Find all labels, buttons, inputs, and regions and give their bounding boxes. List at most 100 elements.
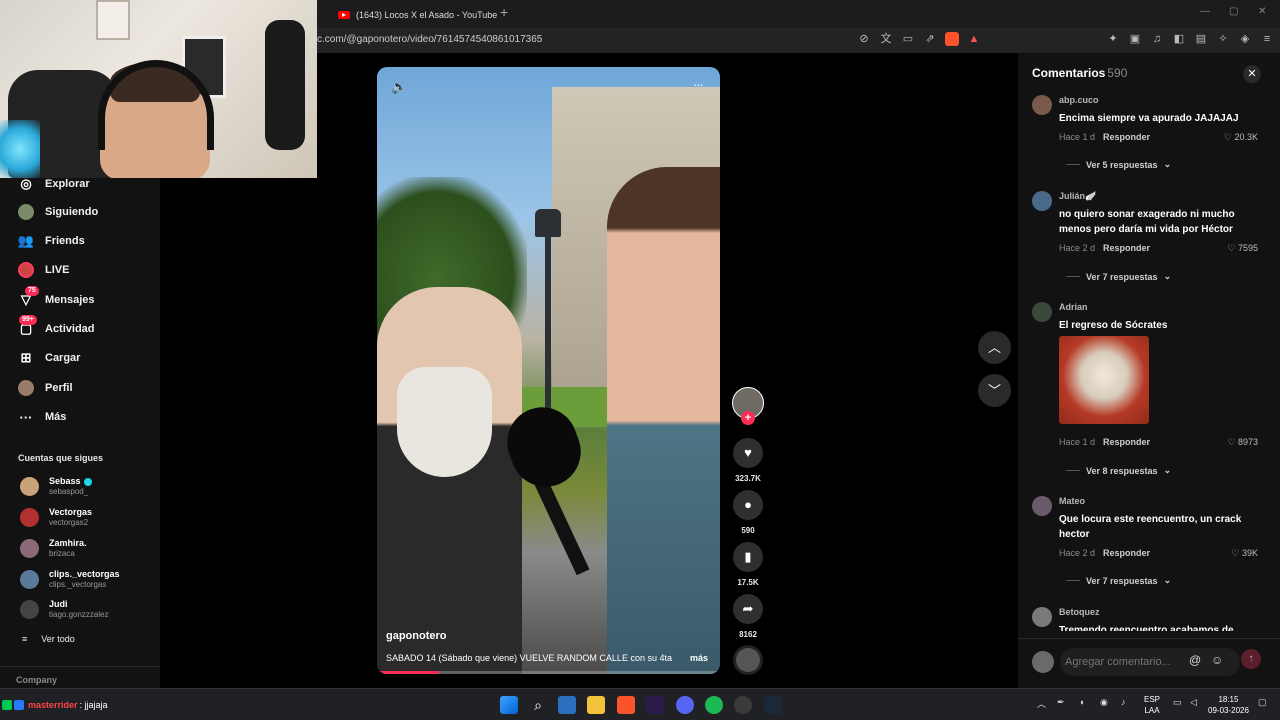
- nav-actividad[interactable]: ▢ 99+ Actividad: [18, 315, 95, 339]
- comment-button[interactable]: ●: [733, 490, 763, 520]
- view-replies-button[interactable]: Ver 7 respuestas ⌄: [1066, 575, 1171, 586]
- reply-button[interactable]: Responder: [1103, 548, 1150, 558]
- search-icon[interactable]: ⌕: [529, 696, 547, 714]
- share-icon[interactable]: ⇗: [923, 32, 937, 46]
- cast-icon[interactable]: ▭: [901, 32, 915, 46]
- translate-icon[interactable]: 文: [879, 32, 893, 46]
- nav-friends[interactable]: 👥 Friends: [18, 231, 85, 251]
- description-more-link[interactable]: más: [690, 653, 708, 663]
- account-item[interactable]: Zamhira. brizaca: [20, 538, 87, 559]
- previous-video-button[interactable]: ︿: [978, 331, 1011, 364]
- url-text[interactable]: c.com/@gaponotero/video/7614574540861017…: [317, 34, 542, 45]
- music-icon[interactable]: ♫: [1150, 32, 1164, 46]
- avatar[interactable]: [1032, 191, 1052, 211]
- account-item[interactable]: Judi tiago.gonzzzalez: [20, 599, 109, 620]
- new-tab-button[interactable]: +: [500, 4, 508, 20]
- brave-shield-icon[interactable]: [945, 32, 959, 46]
- minimize-icon[interactable]: —: [1200, 6, 1210, 17]
- nav-siguiendo[interactable]: Siguiendo: [18, 202, 98, 222]
- network-icon[interactable]: ▭: [1173, 697, 1182, 708]
- notifications-icon[interactable]: ▢: [1258, 697, 1267, 708]
- video-author[interactable]: gaponotero: [386, 630, 447, 642]
- start-icon[interactable]: [500, 696, 518, 714]
- tray-feather-icon[interactable]: ✒: [1057, 697, 1065, 708]
- comment-user[interactable]: Adrian: [1059, 302, 1088, 312]
- follow-plus-icon[interactable]: +: [741, 411, 755, 425]
- comment-like-button[interactable]: ♡ 7595: [1218, 243, 1258, 254]
- close-comments-button[interactable]: ✕: [1243, 65, 1261, 83]
- avatar[interactable]: [1032, 302, 1052, 322]
- share-button[interactable]: ➦: [733, 594, 763, 624]
- comment-like-button[interactable]: ♡ 20.3K: [1218, 132, 1258, 143]
- wallet-icon[interactable]: ▤: [1194, 32, 1208, 46]
- nav-mas[interactable]: ··· Más: [18, 407, 67, 427]
- menu-icon[interactable]: ≡: [1260, 32, 1274, 46]
- reply-button[interactable]: Responder: [1103, 437, 1150, 447]
- obs-icon[interactable]: [734, 696, 752, 714]
- volume-icon[interactable]: 🔈: [391, 79, 407, 95]
- spotify-icon[interactable]: [705, 696, 723, 714]
- view-replies-button[interactable]: Ver 7 respuestas ⌄: [1066, 271, 1171, 282]
- nav-live[interactable]: LIVE: [18, 260, 69, 280]
- browser-tab[interactable]: (1643) Locos X el Asado - YouTube: [330, 4, 500, 26]
- system-clock[interactable]: 18:15 09-03-2026: [1208, 694, 1249, 716]
- comment-like-button[interactable]: ♡ 8973: [1218, 437, 1258, 448]
- steam-icon[interactable]: [764, 696, 782, 714]
- next-video-button[interactable]: ﹀: [978, 374, 1011, 407]
- emoji-icon[interactable]: ☺: [1211, 653, 1223, 667]
- screenshot-icon[interactable]: ▣: [1128, 32, 1142, 46]
- close-window-icon[interactable]: ✕: [1258, 6, 1266, 17]
- brave-browser-icon[interactable]: [617, 696, 635, 714]
- language-indicator[interactable]: ESP LAA: [1144, 694, 1160, 716]
- comment-user[interactable]: Betoquez: [1059, 607, 1100, 617]
- account-item[interactable]: Sebass sebaspod_: [20, 476, 92, 497]
- save-button[interactable]: ▮: [733, 542, 763, 572]
- avatar[interactable]: [1032, 95, 1052, 115]
- extensions-icon[interactable]: ✦: [1106, 32, 1120, 46]
- video-player[interactable]: 🔈 ··· gaponotero SABADO 14 (Sábado que v…: [377, 67, 720, 674]
- comment-image-socrates[interactable]: [1059, 336, 1149, 424]
- leo-ai-icon[interactable]: ✧: [1216, 32, 1230, 46]
- discord-icon[interactable]: [676, 696, 694, 714]
- nav-mensajes[interactable]: ▽ 75 Mensajes: [18, 286, 95, 310]
- vpn-icon[interactable]: ◈: [1238, 32, 1252, 46]
- reply-button[interactable]: Responder: [1103, 132, 1150, 142]
- mention-icon[interactable]: @: [1189, 653, 1201, 667]
- nav-cargar[interactable]: ⊞ Cargar: [18, 348, 81, 368]
- premiere-icon[interactable]: [646, 696, 664, 714]
- more-options-icon[interactable]: ···: [693, 77, 704, 92]
- tray-steam-icon[interactable]: ◉: [1100, 697, 1108, 708]
- stream-chat-line: masterrider : jjajaja: [0, 689, 108, 720]
- avatar[interactable]: [1032, 607, 1052, 627]
- reply-button[interactable]: Responder: [1103, 243, 1150, 253]
- maximize-icon[interactable]: ▢: [1229, 6, 1238, 17]
- brave-rewards-icon[interactable]: ▲: [967, 32, 981, 46]
- volume-tray-icon[interactable]: ◁: [1190, 697, 1197, 708]
- file-explorer-icon[interactable]: [587, 696, 605, 714]
- tray-chevron-up-icon[interactable]: ︿: [1037, 697, 1046, 710]
- mute-icon[interactable]: ⊘: [857, 32, 871, 46]
- avatar[interactable]: [1032, 496, 1052, 516]
- company-link[interactable]: Company: [16, 675, 57, 685]
- music-disc-avatar[interactable]: [733, 645, 763, 675]
- comment-like-button[interactable]: ♡ 39K: [1218, 548, 1258, 559]
- comment-user[interactable]: Julián🪽: [1059, 191, 1096, 202]
- language-code: ESP: [1144, 695, 1161, 704]
- comment-user[interactable]: abp.cuco: [1059, 95, 1099, 105]
- video-progress-bar[interactable]: [377, 671, 720, 674]
- like-button[interactable]: ♥: [733, 438, 763, 468]
- nav-label: Explorar: [45, 178, 90, 190]
- account-item[interactable]: clips._vectorgas clips._vectorgas: [20, 569, 120, 590]
- account-item[interactable]: Vectorgas vectorgas2: [20, 507, 92, 528]
- tray-headset-icon[interactable]: ◖: [1079, 697, 1084, 707]
- chat-username: masterrider: [28, 700, 78, 710]
- send-comment-button[interactable]: ↑: [1241, 649, 1261, 669]
- view-replies-button[interactable]: Ver 8 respuestas ⌄: [1066, 465, 1171, 476]
- widgets-icon[interactable]: [558, 696, 576, 714]
- sidebar-toggle-icon[interactable]: ◧: [1172, 32, 1186, 46]
- view-replies-button[interactable]: Ver 5 respuestas ⌄: [1066, 159, 1171, 170]
- nav-perfil[interactable]: Perfil: [18, 378, 73, 398]
- see-all-link[interactable]: ≡ Ver todo: [22, 634, 75, 644]
- comment-user[interactable]: Mateo: [1059, 496, 1085, 506]
- tray-mic-icon[interactable]: ♪: [1121, 697, 1126, 707]
